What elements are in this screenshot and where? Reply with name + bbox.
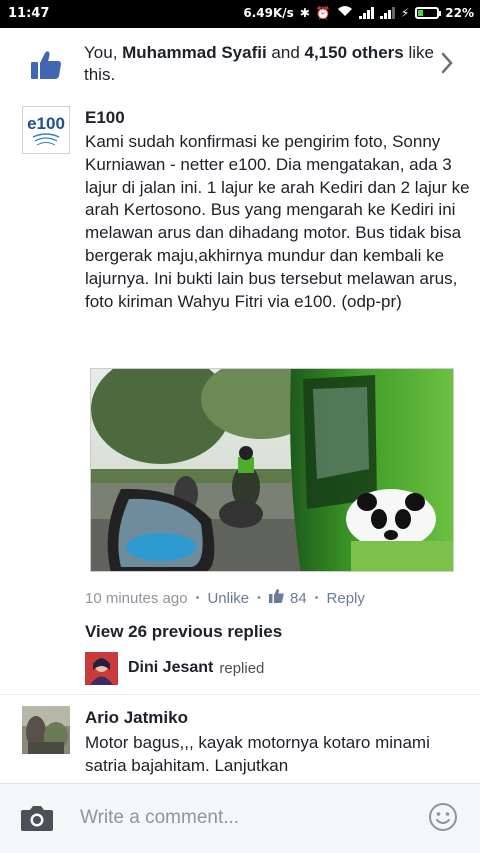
likes-text[interactable]: You, Muhammad Syafii and 4,150 others li…	[84, 42, 444, 86]
chevron-right-icon[interactable]	[440, 52, 454, 79]
comment-author[interactable]: E100	[85, 108, 125, 128]
thumbs-up-icon	[268, 589, 284, 607]
likes-middle: and	[266, 43, 305, 62]
avatar[interactable]	[22, 706, 70, 754]
separator-dot: •	[195, 592, 200, 604]
status-time: 11:47	[8, 6, 50, 21]
like-count-value: 84	[289, 589, 307, 607]
unlike-button[interactable]: Unlike	[207, 590, 249, 607]
alarm-icon: ⏰	[315, 6, 331, 20]
comment-author[interactable]: Ario Jatmiko	[85, 708, 188, 728]
battery-icon	[415, 7, 442, 19]
comment-photo[interactable]	[90, 368, 454, 572]
likes-prefix: You,	[84, 43, 123, 62]
signal-icon	[358, 7, 374, 19]
comment-meta: 10 minutes ago • Unlike • 84 • Reply	[85, 589, 365, 607]
wifi-icon	[337, 5, 353, 21]
reply-author[interactable]: Dini Jesant	[128, 659, 213, 677]
status-icons: 6.49K/s ✱ ⏰ ⚡ 22%	[243, 5, 474, 21]
comment-text: Kami sudah konfirmasi ke pengirim foto, …	[85, 132, 470, 311]
reply-verb: replied	[219, 659, 265, 677]
avatar[interactable]: e100	[22, 106, 70, 154]
battery-fill	[418, 10, 423, 16]
divider	[0, 694, 480, 695]
comment-input[interactable]	[80, 804, 400, 832]
network-speed: 6.49K/s	[243, 6, 294, 20]
reply-preview[interactable]: Dini Jesant replied	[85, 651, 265, 685]
status-bar: 11:47 6.49K/s ✱ ⏰ ⚡ 22%	[0, 0, 480, 28]
avatar[interactable]	[85, 651, 118, 685]
comment-composer	[0, 783, 480, 853]
likes-count: 4,150 others	[304, 43, 404, 62]
bluetooth-icon: ✱	[299, 6, 310, 20]
reply-button[interactable]: Reply	[327, 590, 365, 607]
comment-text: Motor bagus,,, kayak motornya kotaro min…	[85, 733, 430, 775]
comment-timestamp: 10 minutes ago	[85, 589, 188, 607]
like-count[interactable]: 84	[268, 589, 307, 607]
likes-friend-name: Muhammad Syafii	[122, 43, 267, 62]
signal-icon	[379, 7, 395, 19]
charging-icon: ⚡	[400, 6, 410, 20]
camera-icon[interactable]	[20, 804, 54, 837]
separator-dot: •	[314, 592, 319, 604]
avatar-logo-text: e100	[27, 114, 65, 133]
view-previous-replies-link[interactable]: View 26 previous replies	[85, 622, 282, 642]
smiley-icon[interactable]	[428, 802, 458, 837]
battery-percent: 22%	[445, 6, 474, 20]
separator-dot: •	[257, 592, 261, 604]
like-thumb-icon	[30, 50, 62, 85]
